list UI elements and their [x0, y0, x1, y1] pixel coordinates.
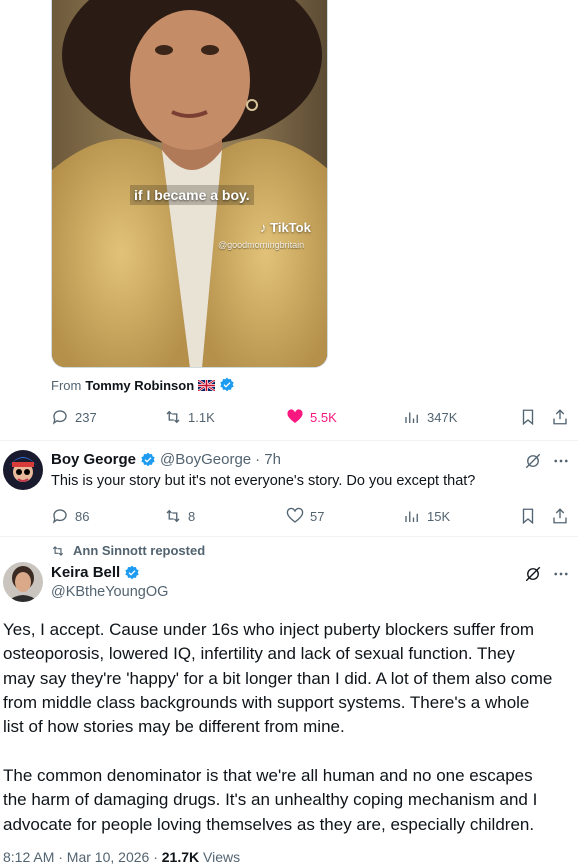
video-caption: if I became a boy. [130, 185, 254, 205]
repost-count: 1.1K [188, 409, 215, 425]
post-header: Keira Bell [51, 564, 140, 581]
views-button[interactable]: 347K [403, 406, 457, 428]
more-options-icon[interactable] [552, 565, 570, 583]
post-body-line: osteoporosis, lowered IQ, infertility an… [3, 644, 515, 664]
avatar-image [3, 450, 43, 490]
from-label: From [51, 377, 82, 393]
post-body-line: advocate for people loving themselves as… [3, 814, 535, 834]
verified-badge-icon [125, 565, 139, 579]
post-views-label: Views [199, 849, 241, 865]
divider [0, 440, 578, 441]
share-button[interactable] [551, 505, 569, 527]
views-count: 15K [427, 508, 451, 524]
bookmark-button[interactable] [519, 406, 537, 428]
repost-context-label[interactable]: Ann Sinnott reposted [73, 543, 205, 558]
post-body-line: The common denominator is that we're all… [3, 766, 533, 785]
tiktok-handle: @goodmorningbritain [218, 240, 305, 250]
reply-header: Boy George @BoyGeorge · 7h [51, 451, 281, 468]
repost-icon [166, 509, 180, 523]
reply-button[interactable]: 86 [51, 505, 89, 527]
quoted-source-line: From Tommy Robinson [51, 377, 235, 393]
repost-button[interactable]: 8 [164, 505, 195, 527]
views-chart-icon [405, 412, 418, 423]
repost-icon [52, 545, 64, 556]
quoted-post-actions: 237 1.1K 5.5K 347K [51, 406, 571, 428]
post-body-line: the harm of damaging drugs. It's an unhe… [3, 790, 538, 810]
share-button[interactable] [551, 406, 569, 428]
post-body-paragraph-1: Yes, I accept. Cause under 16s who injec… [3, 618, 575, 739]
reply-button[interactable]: 237 [51, 406, 97, 428]
post-body-line: Yes, I accept. Cause under 16s who injec… [3, 620, 535, 639]
quoted-author-link[interactable]: Tommy Robinson [85, 378, 194, 393]
grok-icon[interactable] [524, 565, 542, 583]
bookmark-icon [522, 409, 534, 426]
bookmark-icon [522, 508, 534, 525]
share-icon [553, 508, 567, 524]
avatar-boy-george[interactable] [3, 450, 43, 490]
share-icon [553, 409, 567, 425]
tiktok-icon: ♪ [260, 220, 267, 235]
reply-text: This is your story but it's not everyone… [51, 473, 476, 489]
video-thumbnail[interactable]: if I became a boy. ♪ TikTok @goodmorning… [51, 0, 328, 368]
avatar-image [3, 562, 43, 602]
post-timestamp[interactable]: 8:12 AM · Mar 10, 2026 · [3, 849, 162, 865]
repost-icon [166, 410, 180, 424]
reply-author-name[interactable]: Boy George [51, 451, 136, 468]
post-body-line: list of how stories may be different fro… [3, 717, 345, 737]
views-chart-icon [405, 511, 418, 522]
repost-count: 8 [188, 508, 196, 524]
divider [0, 536, 578, 537]
post-author-name[interactable]: Keira Bell [51, 564, 120, 581]
post-body-line: may say they're 'happy' for a bit longer… [3, 668, 553, 688]
post-body-paragraph-2: The common denominator is that we're all… [3, 764, 575, 837]
bookmark-button[interactable] [519, 505, 537, 527]
like-count: 57 [310, 508, 325, 524]
avatar-keira-bell[interactable] [3, 562, 43, 602]
grok-icon[interactable] [524, 452, 542, 470]
heart-icon [286, 507, 304, 523]
post-meta: 8:12 AM · Mar 10, 2026 · 21.7K Views [3, 849, 240, 865]
post-author-handle[interactable]: @KBtheYoungOG [51, 584, 168, 600]
uk-flag-icon [198, 379, 216, 391]
reply-timestamp[interactable]: · 7h [255, 451, 281, 468]
reply-icon [52, 410, 67, 425]
like-button[interactable]: 5.5K [286, 406, 337, 428]
like-button[interactable]: 57 [286, 505, 324, 527]
like-count: 5.5K [310, 409, 337, 425]
tiktok-brand: TikTok [270, 220, 311, 235]
reply-count: 86 [75, 508, 90, 524]
repost-button[interactable]: 1.1K [164, 406, 215, 428]
views-count: 347K [427, 409, 458, 425]
verified-badge-icon [220, 377, 234, 392]
views-button[interactable]: 15K [403, 505, 450, 527]
heart-filled-icon [287, 409, 303, 423]
reply-icon [52, 509, 67, 524]
post-views-count: 21.7K [161, 849, 200, 865]
reply-actions: 86 8 57 15K [51, 505, 571, 527]
verified-badge-icon [141, 452, 155, 466]
video-frame-image [52, 0, 327, 367]
post-body-line: from middle class backgrounds with suppo… [3, 692, 530, 712]
repost-context: Ann Sinnott reposted [51, 543, 205, 558]
reply-author-handle[interactable]: @BoyGeorge [160, 451, 251, 468]
tiktok-watermark: ♪ TikTok [260, 220, 311, 235]
reply-count: 237 [75, 409, 97, 425]
more-options-icon[interactable] [552, 452, 570, 470]
